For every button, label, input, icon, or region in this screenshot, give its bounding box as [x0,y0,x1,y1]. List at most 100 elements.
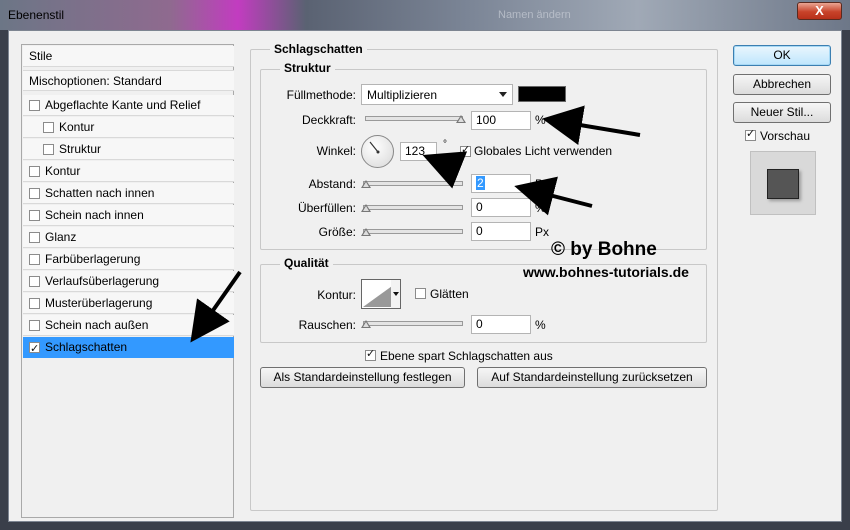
noise-slider[interactable] [363,321,463,326]
new-style-button[interactable]: Neuer Stil... [733,102,831,123]
styles-header[interactable]: Stile [23,46,234,67]
close-button[interactable]: X [797,2,842,20]
spread-label: Überfüllen: [297,201,356,215]
angle-dial[interactable] [361,135,394,168]
sidebar-item-bevel[interactable]: Abgeflachte Kante und Relief [23,95,234,116]
shadow-color-swatch[interactable] [518,86,566,102]
checkbox[interactable] [29,166,40,177]
angle-input[interactable]: 123 [400,142,437,161]
styles-header-label: Stile [29,49,53,63]
checkbox[interactable] [29,276,40,287]
sidebar-item-label: Musterüberlagerung [45,296,153,310]
noise-unit: % [535,318,546,332]
distance-input[interactable]: 2 [471,174,531,193]
sidebar-item-pattern-overlay[interactable]: Musterüberlagerung [23,293,234,314]
distance-slider-thumb[interactable] [361,180,371,188]
contour-label: Kontur: [317,288,356,302]
watermark-url: www.bohnes-tutorials.de [523,264,689,280]
sidebar-item-outer-glow[interactable]: Schein nach außen [23,315,234,336]
sidebar-item-label: Kontur [59,120,95,134]
checkbox[interactable] [29,254,40,265]
sidebar-item-label: Schlagschatten [45,340,128,354]
noise-input[interactable]: 0 [471,315,531,334]
sidebar-item-label: Schein nach außen [45,318,149,332]
opacity-input[interactable]: 100 [471,111,531,130]
checkbox[interactable] [43,144,54,155]
sidebar-item-stroke[interactable]: Kontur [23,161,234,182]
checkbox[interactable] [29,210,40,221]
blend-mode-label: Füllmethode: [286,88,356,102]
checkbox-checked[interactable] [29,339,40,360]
global-light-label: Globales Licht verwenden [474,144,613,158]
window-title: Ebenenstil [8,8,65,22]
size-unit: Px [535,225,550,239]
sidebar-item-drop-shadow[interactable]: Schlagschatten [23,337,234,360]
sidebar-item-label: Glanz [45,230,77,244]
layer-style-dialog: Stile Mischoptionen: Standard Abgeflacht… [8,30,842,522]
blend-mode-select[interactable]: Multiplizieren [361,84,513,105]
checkbox[interactable] [29,100,40,111]
sidebar-item-label: Verlaufsüberlagerung [45,274,160,288]
styles-list: Stile Mischoptionen: Standard Abgeflacht… [21,44,234,518]
distance-slider[interactable] [363,181,463,186]
checkbox[interactable] [29,298,40,309]
distance-value: 2 [476,176,485,190]
quality-title: Qualität [280,256,333,270]
opacity-slider-thumb[interactable] [456,115,466,123]
sidebar-item-label: Abgeflachte Kante und Relief [45,98,201,112]
angle-unit: ° [443,139,447,150]
blend-mode-value: Multiplizieren [367,88,438,102]
sidebar-item-gradient-overlay[interactable]: Verlaufsüberlagerung [23,271,234,292]
sidebar-item-satin[interactable]: Glanz [23,227,234,248]
sidebar-item-label: Schein nach innen [45,208,144,222]
distance-label: Abstand: [308,177,356,191]
sidebar-item-color-overlay[interactable]: Farbüberlagerung [23,249,234,270]
checkbox[interactable] [29,232,40,243]
checkbox[interactable] [29,320,40,331]
background-window-title: Namen ändern [498,9,571,21]
distance-unit: Px [535,177,550,191]
title-bar: Ebenenstil Namen ändern X [0,0,850,30]
preview-checkbox[interactable] [745,127,756,141]
size-input[interactable]: 0 [471,222,531,241]
opacity-label: Deckkraft: [301,113,356,127]
watermark-copyright: © by Bohne [551,239,657,260]
cancel-button[interactable]: Abbrechen [733,74,831,95]
noise-slider-thumb[interactable] [361,320,371,328]
size-slider-thumb[interactable] [361,228,371,236]
opacity-slider[interactable] [365,116,463,121]
spread-unit: % [535,201,546,215]
sidebar-item-label: Struktur [59,142,102,156]
knockout-checkbox[interactable] [365,347,376,361]
sidebar-item-label: Kontur [45,164,81,178]
contour-dropdown-button[interactable] [391,279,401,309]
blending-options[interactable]: Mischoptionen: Standard [23,70,234,91]
sidebar-item-inner-glow[interactable]: Schein nach innen [23,205,234,226]
ok-button[interactable]: OK [733,45,831,66]
spread-slider[interactable] [363,205,463,210]
angle-dial-icon [369,141,380,154]
noise-label: Rauschen: [298,318,356,332]
spread-slider-thumb[interactable] [361,204,371,212]
sidebar-item-label: Schatten nach innen [45,186,155,200]
sidebar-item-texture[interactable]: Struktur [23,139,234,160]
opacity-unit: % [535,113,546,127]
chevron-down-icon [499,92,507,97]
preview-shape [767,169,799,199]
reset-default-button[interactable]: Auf Standardeinstellung zurücksetzen [477,367,707,388]
sidebar-item-contour-sub[interactable]: Kontur [23,117,234,138]
knockout-label: Ebene spart Schlagschatten aus [380,349,553,363]
antialias-label: Glätten [430,287,469,301]
sidebar-item-inner-shadow[interactable]: Schatten nach innen [23,183,234,204]
checkbox[interactable] [29,188,40,199]
global-light-checkbox[interactable] [460,143,471,157]
preview-thumbnail [750,151,816,215]
blending-options-label: Mischoptionen: Standard [29,74,162,88]
antialias-checkbox[interactable] [415,288,426,299]
size-label: Größe: [318,225,356,239]
spread-input[interactable]: 0 [471,198,531,217]
checkbox[interactable] [43,122,54,133]
make-default-button[interactable]: Als Standardeinstellung festlegen [260,367,465,388]
size-slider[interactable] [363,229,463,234]
angle-label: Winkel: [316,144,356,158]
